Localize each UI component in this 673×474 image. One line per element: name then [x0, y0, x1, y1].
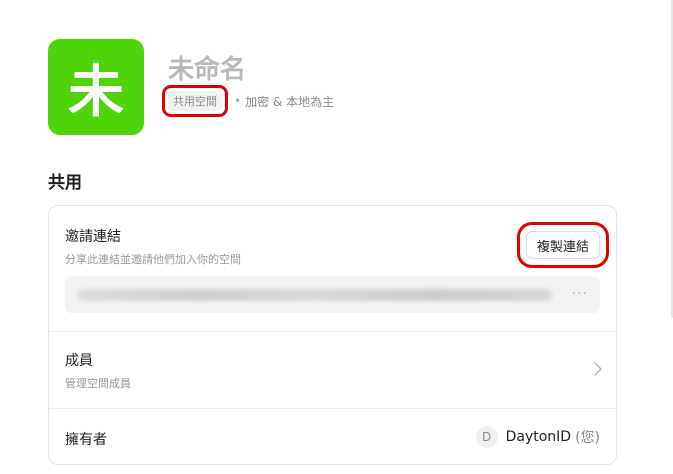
section-title: 共用	[48, 173, 82, 193]
owner-you-suffix: (您)	[575, 430, 600, 446]
owner-row: 擁有者 D DaytonID (您)	[49, 409, 616, 464]
invite-link-value: ████████████████████████████████	[77, 289, 552, 301]
space-settings-page: 未 未命名 共用空間 • 加密 & 本地為主 共用 邀請連結 分享此連結並邀請他…	[0, 0, 673, 474]
invite-link-title: 邀請連結	[65, 229, 121, 245]
invite-link-row: 邀請連結 分享此連結並邀請他們加入你的空間 複製連結 █████████████…	[49, 206, 616, 332]
space-meta: 共用空間 • 加密 & 本地為主	[162, 85, 335, 117]
space-header: 未 未命名 共用空間 • 加密 & 本地為主	[48, 39, 334, 135]
meta-separator: •	[234, 94, 242, 108]
space-type-badge: 共用空間	[162, 85, 228, 117]
members-subtitle: 管理空間成員	[65, 377, 131, 390]
invite-link-subtitle: 分享此連結並邀請他們加入你的空間	[65, 253, 241, 266]
owner-avatar: D	[475, 426, 498, 448]
copy-link-button[interactable]: 複製連結	[516, 222, 610, 268]
chevron-right-icon	[594, 362, 602, 376]
invite-link-field[interactable]: ████████████████████████████████ ···	[65, 276, 600, 313]
owner-label: 擁有者	[65, 432, 107, 448]
invite-link-text: 邀請連結 分享此連結並邀請他們加入你的空間	[65, 226, 241, 267]
sharing-card: 邀請連結 分享此連結並邀請他們加入你的空間 複製連結 █████████████…	[48, 205, 617, 465]
more-icon[interactable]: ···	[572, 286, 588, 302]
members-title: 成員	[65, 353, 93, 369]
owner-name: DaytonID	[505, 429, 572, 445]
space-title[interactable]: 未命名	[168, 54, 334, 86]
members-text: 成員 管理空間成員	[65, 350, 131, 391]
space-avatar[interactable]: 未	[48, 39, 144, 135]
owner-info: D DaytonID (您)	[475, 426, 600, 448]
space-meta-description: 加密 & 本地為主	[245, 94, 335, 109]
members-row[interactable]: 成員 管理空間成員	[49, 332, 616, 409]
space-info: 未命名 共用空間 • 加密 & 本地為主	[162, 54, 335, 117]
